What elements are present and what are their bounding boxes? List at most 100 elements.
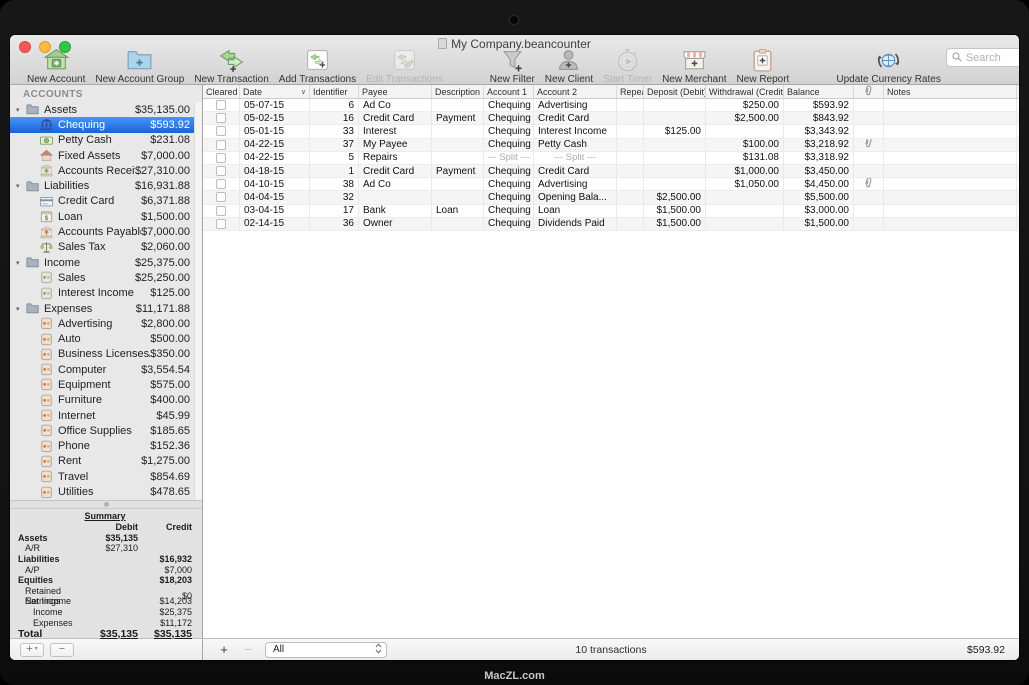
cell-filler — [1017, 218, 1019, 230]
table-row[interactable]: 04-22-1537My PayeeChequingPetty Cash$100… — [203, 139, 1019, 152]
cell-description — [432, 152, 484, 164]
sidebar-item-loan[interactable]: ▾$Loan$1,500.00 — [10, 209, 202, 224]
toolbar-new-filter-button[interactable]: New Filter — [490, 48, 535, 85]
sidebar-item-travel[interactable]: ▾Travel$854.69 — [10, 469, 202, 484]
column-header-repeat[interactable]: Repeat — [617, 85, 644, 98]
cleared-checkbox[interactable] — [216, 206, 226, 216]
cell-balance: $3,218.92 — [784, 139, 854, 151]
search-input[interactable] — [966, 52, 1019, 64]
sidebar-item-petty-cash[interactable]: ▾Petty Cash$231.08 — [10, 133, 202, 148]
sidebar-item-fixed-assets[interactable]: ▾Fixed Assets$7,000.00 — [10, 148, 202, 163]
sidebar-item-rent[interactable]: ▾Rent$1,275.00 — [10, 454, 202, 469]
sidebar-item-phone[interactable]: ▾Phone$152.36 — [10, 439, 202, 454]
disclosure-triangle-icon[interactable]: ▾ — [16, 305, 25, 313]
cell-account1: Chequing — [484, 139, 534, 151]
column-header-notes[interactable]: Notes — [884, 85, 1017, 98]
sidebar-item-advertising[interactable]: ▾Advertising$2,800.00 — [10, 316, 202, 331]
sidebar-item-sales-tax[interactable]: ▾Sales Tax$2,060.00 — [10, 240, 202, 255]
sidebar-item-business-licenses[interactable]: ▾Business Licenses/...$350.00 — [10, 347, 202, 362]
cell-identifier: 32 — [310, 191, 359, 203]
toolbar-edit-transactions-button: Edit Transactions — [366, 48, 443, 85]
sidebar-item-furniture[interactable]: ▾Furniture$400.00 — [10, 393, 202, 408]
sidebar-item-office-supplies[interactable]: ▾Office Supplies$185.65 — [10, 423, 202, 438]
table-row[interactable]: 05-02-1516Credit CardPaymentChequingCred… — [203, 112, 1019, 125]
cleared-checkbox[interactable] — [216, 100, 226, 110]
search-field[interactable] — [946, 48, 1019, 67]
sidebar-item-interest-income[interactable]: ▾Interest Income$125.00 — [10, 286, 202, 301]
toolbar-search: Search — [946, 48, 1019, 82]
column-header-cleared[interactable]: Cleared — [203, 85, 240, 98]
add-account-button[interactable]: + ▾ — [20, 643, 44, 657]
sidebar-item-internet[interactable]: ▾Internet$45.99 — [10, 408, 202, 423]
column-header-identifier[interactable]: Identifier — [310, 85, 359, 98]
table-row[interactable]: 04-22-155Repairs--- Split ------ Split -… — [203, 152, 1019, 165]
sidebar-item-assets[interactable]: ▾Assets$35,135.00 — [10, 102, 202, 117]
column-header-account2[interactable]: Account 2 — [534, 85, 617, 98]
sidebar-item-equipment[interactable]: ▾Equipment$575.00 — [10, 377, 202, 392]
table-row[interactable]: 04-18-151Credit CardPaymentChequingCredi… — [203, 165, 1019, 178]
sidebar-item-expenses[interactable]: ▾Expenses$11,171.88 — [10, 301, 202, 316]
column-header-withdrawal[interactable]: Withdrawal (Credit) — [706, 85, 784, 98]
sidebar-item-liabilities[interactable]: ▾Liabilities$16,931.88 — [10, 178, 202, 193]
table-row[interactable]: 04-04-1532ChequingOpening Bala...$2,500.… — [203, 191, 1019, 204]
column-header-deposit[interactable]: Deposit (Debit) — [644, 85, 706, 98]
table-row[interactable]: 03-04-1517BankLoanChequingLoan$1,500.00$… — [203, 205, 1019, 218]
toolbar-new-account-group-button[interactable]: New Account Group — [95, 48, 184, 85]
disclosure-triangle-icon[interactable]: ▾ — [16, 259, 25, 267]
sidebar-item-income[interactable]: ▾Income$25,375.00 — [10, 255, 202, 270]
cleared-checkbox[interactable] — [216, 192, 226, 202]
cleared-checkbox[interactable] — [216, 219, 226, 229]
sidebar-item-auto[interactable]: ▾Auto$500.00 — [10, 331, 202, 346]
toolbar-new-transaction-button[interactable]: New Transaction — [194, 48, 268, 85]
table-row[interactable]: 04-10-1538Ad CoChequingAdvertising$1,050… — [203, 178, 1019, 191]
column-header-description[interactable]: Description — [432, 85, 484, 98]
column-header-balance[interactable]: Balance — [784, 85, 854, 98]
column-header-account1[interactable]: Account 1 — [484, 85, 534, 98]
filter-select[interactable]: All — [265, 642, 387, 658]
cleared-checkbox[interactable] — [216, 153, 226, 163]
cleared-checkbox[interactable] — [216, 113, 226, 123]
cell-account2: Interest Income — [534, 125, 617, 137]
sidebar: ACCOUNTS ▾Assets$35,135.00▾Chequing$593.… — [10, 85, 203, 638]
toolbar-item-label: New Account Group — [95, 74, 184, 85]
toolbar-new-client-button[interactable]: New Client — [545, 48, 593, 85]
summary-debit-value: $35,135 — [90, 628, 138, 640]
disclosure-triangle-icon[interactable]: ▾ — [16, 106, 25, 114]
sidebar-splitter[interactable] — [10, 500, 202, 509]
sidebar-item-computer[interactable]: ▾Computer$3,554.54 — [10, 362, 202, 377]
sidebar-item-sales[interactable]: ▾Sales$25,250.00 — [10, 270, 202, 285]
toolbar-update-currency-rates-button[interactable]: Update Currency Rates — [836, 48, 941, 85]
table-row[interactable]: 02-14-1536OwnerChequingDividends Paid$1,… — [203, 218, 1019, 231]
table-row[interactable]: 05-07-156Ad CoChequingAdvertising$250.00… — [203, 99, 1019, 112]
sidebar-item-chequing[interactable]: ▾Chequing$593.92 — [10, 117, 202, 132]
column-header-payee[interactable]: Payee — [359, 85, 432, 98]
cleared-checkbox[interactable] — [216, 126, 226, 136]
column-header-attachment[interactable] — [854, 85, 884, 98]
cell-account1: Chequing — [484, 218, 534, 230]
sidebar-item-credit-card[interactable]: ▾Credit Card$6,371.88 — [10, 194, 202, 209]
column-header-date[interactable]: Date∨ — [240, 85, 310, 98]
sidebar-item-accounts-receiv[interactable]: ▾Accounts Receiv...$27,310.00 — [10, 163, 202, 178]
toolbar-new-merchant-button[interactable]: New Merchant — [662, 48, 726, 85]
summary-label: Income — [18, 607, 90, 617]
sidebar-scrollbar[interactable] — [194, 102, 202, 500]
sidebar-item-utilities[interactable]: ▾Utilities$478.65 — [10, 484, 202, 499]
cleared-checkbox[interactable] — [216, 140, 226, 150]
cleared-checkbox[interactable] — [216, 166, 226, 176]
cell-account1: --- Split --- — [484, 152, 534, 164]
sidebar-item-accounts-payable[interactable]: ▾Accounts Payable$7,000.00 — [10, 224, 202, 239]
account-balance: $125.00 — [150, 287, 190, 299]
add-transaction-button[interactable]: + — [217, 642, 231, 657]
cell-withdrawal — [706, 125, 784, 137]
table-row[interactable]: 05-01-1533InterestChequingInterest Incom… — [203, 125, 1019, 138]
cleared-checkbox[interactable] — [216, 179, 226, 189]
toolbar-new-report-button[interactable]: New Report — [737, 48, 790, 85]
toolbar-new-account-button[interactable]: New Account — [27, 48, 85, 85]
toolbar-item-label: Edit Transactions — [366, 74, 443, 85]
account-balance: $593.92 — [150, 119, 190, 131]
account-name: Loan — [58, 211, 141, 223]
disclosure-triangle-icon[interactable]: ▾ — [16, 182, 25, 190]
remove-account-button[interactable]: − — [50, 643, 74, 657]
toolbar-add-transactions-button[interactable]: Add Transactions — [279, 48, 356, 85]
summary-row-equities: Equities$18,203 — [18, 575, 192, 586]
